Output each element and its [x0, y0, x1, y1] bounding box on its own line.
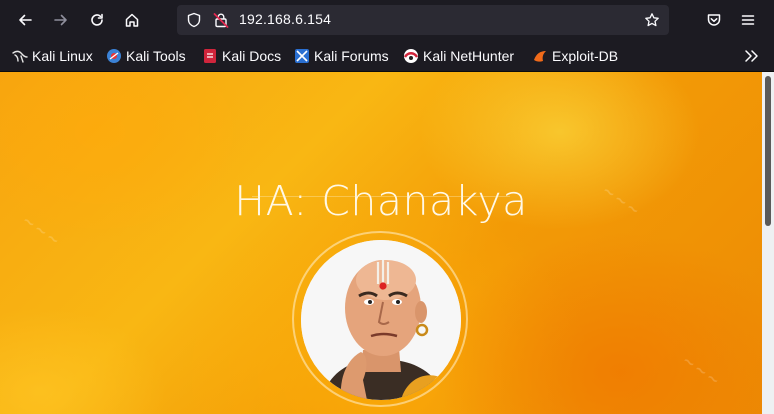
shield-icon[interactable] — [186, 12, 202, 28]
forward-icon — [54, 14, 67, 26]
bookmarks-toolbar: Kali Linux Kali Tools Kali Docs Kali For… — [0, 40, 774, 72]
page-title: HA: Chanakya — [234, 177, 528, 226]
menu-button[interactable] — [733, 5, 763, 35]
bookmark-label: Kali Linux — [32, 48, 93, 64]
bookmark-label: Exploit-DB — [552, 48, 619, 64]
nethunter-icon — [403, 48, 419, 64]
back-icon — [19, 14, 32, 26]
chanakya-portrait — [301, 240, 461, 400]
title-underline — [252, 196, 510, 197]
bookmark-exploit-db[interactable]: Exploit-DB — [532, 46, 618, 66]
bookmark-label: Kali Tools — [126, 48, 186, 64]
kali-docs-icon — [202, 48, 218, 64]
bookmark-kali-linux[interactable]: Kali Linux — [12, 46, 93, 66]
vertical-scrollbar[interactable] — [762, 72, 774, 414]
bookmark-kali-nethunter[interactable]: Kali NetHunter — [403, 46, 514, 66]
watermark: ~~~ — [678, 351, 725, 391]
forward-button[interactable] — [46, 5, 76, 35]
pocket-button[interactable] — [699, 5, 729, 35]
reload-icon — [91, 13, 103, 26]
url-text[interactable]: 192.168.6.154 — [239, 11, 331, 27]
bookmark-label: Kali Docs — [222, 48, 282, 64]
bookmark-kali-docs[interactable]: Kali Docs — [202, 46, 281, 66]
bookmark-label: Kali NetHunter — [423, 48, 515, 64]
lock-insecure-icon[interactable] — [213, 12, 229, 28]
kali-dragon-icon — [12, 48, 28, 64]
pocket-icon — [707, 14, 721, 26]
scrollbar-thumb[interactable] — [765, 76, 771, 226]
reload-button[interactable] — [82, 5, 112, 35]
home-button[interactable] — [117, 5, 147, 35]
star-icon[interactable] — [644, 12, 660, 28]
exploit-db-icon — [532, 48, 548, 64]
bookmark-kali-forums[interactable]: Kali Forums — [294, 46, 389, 66]
bookmark-label: Kali Forums — [314, 48, 389, 64]
bookmark-kali-tools[interactable]: Kali Tools — [106, 46, 186, 66]
kali-tools-icon — [106, 48, 122, 64]
overflow-chevron-icon — [745, 50, 758, 62]
bookmarks-overflow-button[interactable] — [743, 46, 759, 66]
browser-toolbar: 192.168.6.154 — [0, 0, 774, 40]
menu-icon — [741, 15, 755, 25]
home-icon — [125, 13, 139, 27]
kali-forums-icon — [294, 48, 310, 64]
url-bar[interactable]: 192.168.6.154 — [177, 5, 669, 35]
back-button[interactable] — [10, 5, 40, 35]
page-content: HA: Chanakya ~~~ ~~~ ~~~ — [0, 72, 762, 414]
